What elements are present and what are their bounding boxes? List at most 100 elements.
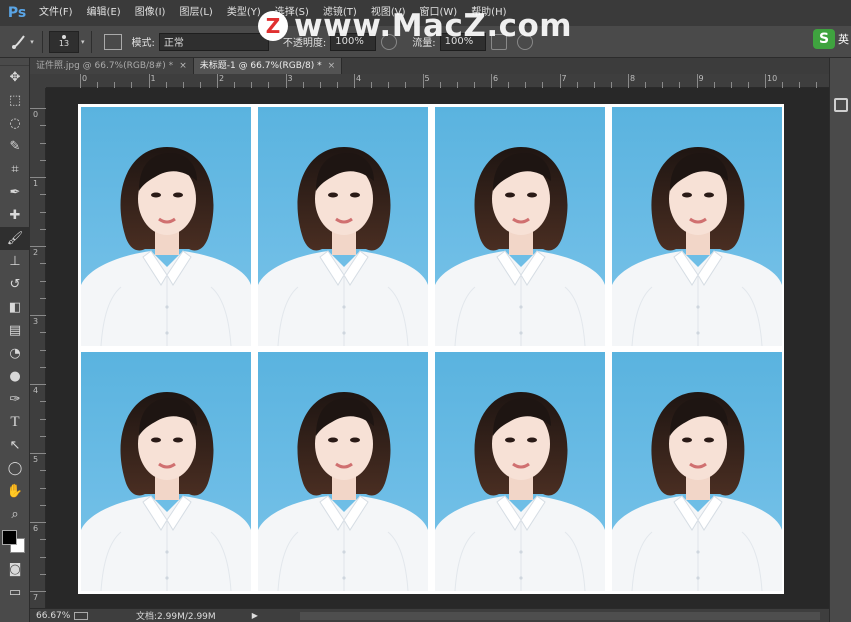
pen-tool-icon[interactable]: ✑ — [0, 388, 30, 411]
ruler-tick — [285, 74, 287, 88]
panel-collapse-icon[interactable] — [833, 98, 848, 112]
menu-item[interactable]: 编辑(E) — [80, 0, 128, 26]
menu-item[interactable]: 图像(I) — [128, 0, 173, 26]
eraser-tool-icon[interactable]: ◧ — [0, 296, 30, 319]
portrait-image — [435, 392, 605, 591]
ruler-tick — [354, 74, 355, 88]
ruler-label: 10 — [767, 74, 778, 83]
ruler-tick — [559, 74, 561, 88]
clone-stamp-tool-icon[interactable]: ⊥ — [0, 250, 30, 273]
quick-mask-icon[interactable]: ◙ — [0, 558, 30, 581]
status-bar: 66.67% 文档:2.99M/2.99M ▶ — [30, 608, 829, 622]
portrait-image — [81, 392, 251, 591]
path-select-tool-icon[interactable]: ↖ — [0, 434, 30, 457]
id-photo — [435, 107, 605, 346]
dodge-tool-icon[interactable]: ● — [0, 365, 30, 388]
id-photo — [258, 352, 428, 591]
separator — [42, 30, 43, 53]
ruler-tick — [696, 74, 698, 88]
ruler-label: 9 — [698, 74, 704, 83]
ruler-tick — [422, 74, 424, 88]
brush-size-value: 13 — [58, 39, 70, 48]
document-info: 文档:2.99M/2.99M — [136, 612, 216, 622]
chevron-down-icon[interactable]: ▾ — [81, 38, 85, 46]
ruler-tick — [765, 74, 766, 88]
ruler-tick — [80, 74, 81, 88]
watermark-logo: Z — [258, 11, 288, 41]
mode-label: 模式: — [131, 38, 155, 49]
brush-tool-icon[interactable]: 🖌 — [0, 227, 30, 250]
crop-tool-icon[interactable]: ⌗ — [0, 158, 30, 181]
ruler-label: 1 — [33, 179, 39, 188]
horizontal-ruler[interactable]: 0 1 2 3 4 5 6 7 8 9 10 — [46, 74, 829, 88]
type-tool-icon[interactable]: T — [0, 411, 30, 434]
ruler-tick — [148, 74, 150, 88]
foreground-color-swatch[interactable] — [2, 530, 17, 545]
ruler-tick — [30, 246, 46, 247]
ruler-tick — [30, 522, 46, 523]
color-swatches — [0, 526, 29, 558]
menu-item[interactable]: 图层(L) — [172, 0, 219, 26]
tool-list: ✥ ⬚ ◌ ✎ ⌗ ✒ ✚ 🖌 ⊥ ↺ ◧ ▤ ◔ ● ✑ T ↖ ◯ ✋ ⌕ — [0, 66, 30, 526]
panel-grip[interactable] — [0, 58, 29, 66]
ruler-tick — [491, 74, 492, 88]
right-panel-dock — [829, 58, 851, 622]
quick-select-tool-icon[interactable]: ✎ — [0, 135, 30, 158]
lasso-tool-icon[interactable]: ◌ — [0, 112, 30, 135]
ruler-label: 2 — [33, 248, 39, 257]
shape-tool-icon[interactable]: ◯ — [0, 457, 30, 480]
ruler-label: 3 — [287, 74, 293, 83]
horizontal-scrollbar[interactable] — [300, 612, 820, 620]
history-brush-tool-icon[interactable]: ↺ — [0, 273, 30, 296]
eyedropper-tool-icon[interactable]: ✒ — [0, 181, 30, 204]
status-menu-arrow-icon[interactable]: ▶ — [252, 611, 258, 620]
ruler-label: 5 — [424, 74, 430, 83]
move-tool-icon[interactable]: ✥ — [0, 66, 30, 89]
sogou-logo-icon: S — [813, 29, 835, 49]
canvas-area[interactable] — [46, 88, 829, 608]
close-icon[interactable]: × — [328, 58, 336, 74]
brush-size-picker[interactable]: 13 — [49, 30, 79, 53]
ime-indicator[interactable]: S 英 — [813, 29, 849, 49]
ruler-tick — [30, 177, 46, 178]
ruler-label: 0 — [33, 110, 39, 119]
brush-tool-preset-icon[interactable]: ▾ — [8, 30, 36, 54]
ruler-label: 5 — [33, 455, 39, 464]
portrait-image — [612, 392, 782, 591]
portrait-image — [612, 147, 782, 346]
preview-icon[interactable] — [74, 611, 88, 620]
gradient-tool-icon[interactable]: ▤ — [0, 319, 30, 342]
brush-panel-toggle-icon[interactable] — [103, 33, 122, 50]
ruler-label: 6 — [33, 524, 39, 533]
watermark: Z www.MacZ.com — [258, 8, 572, 44]
zoom-field[interactable]: 66.67% — [30, 611, 74, 621]
screen-mode-icon[interactable]: ▭ — [0, 581, 30, 604]
ruler-label: 2 — [219, 74, 225, 83]
ruler-label: 6 — [493, 74, 499, 83]
close-icon[interactable]: × — [179, 58, 187, 74]
blur-tool-icon[interactable]: ◔ — [0, 342, 30, 365]
id-photo — [612, 107, 782, 346]
ruler-tick — [30, 453, 46, 454]
ruler-tick — [30, 315, 46, 316]
document-tab[interactable]: 未标题-1 @ 66.7%(RGB/8) * × — [193, 58, 343, 74]
document-canvas[interactable] — [78, 104, 784, 594]
id-photo — [612, 352, 782, 591]
marquee-tool-icon[interactable]: ⬚ — [0, 89, 30, 112]
ruler-label: 1 — [150, 74, 156, 83]
ruler-label: 0 — [82, 74, 88, 83]
spot-heal-tool-icon[interactable]: ✚ — [0, 204, 30, 227]
tab-label: 未标题-1 @ 66.7%(RGB/8) * — [199, 61, 322, 71]
mode-select[interactable]: 正常 — [158, 32, 269, 51]
ruler-label: 4 — [33, 386, 39, 395]
hand-tool-icon[interactable]: ✋ — [0, 480, 30, 503]
ruler-tick — [217, 74, 218, 88]
zoom-tool-icon[interactable]: ⌕ — [0, 503, 30, 526]
mode-value: 正常 — [163, 38, 184, 49]
document-tabs: 证件照.jpg @ 66.7%(RGB/8#) * × 未标题-1 @ 66.7%(… — [30, 58, 829, 74]
ruler-origin[interactable] — [30, 74, 46, 88]
vertical-ruler[interactable]: 0 1 2 3 4 5 6 7 — [30, 88, 46, 610]
ruler-label: 4 — [356, 74, 362, 83]
document-tab[interactable]: 证件照.jpg @ 66.7%(RGB/8#) * × — [30, 58, 194, 74]
menu-item[interactable]: 文件(F) — [32, 0, 80, 26]
